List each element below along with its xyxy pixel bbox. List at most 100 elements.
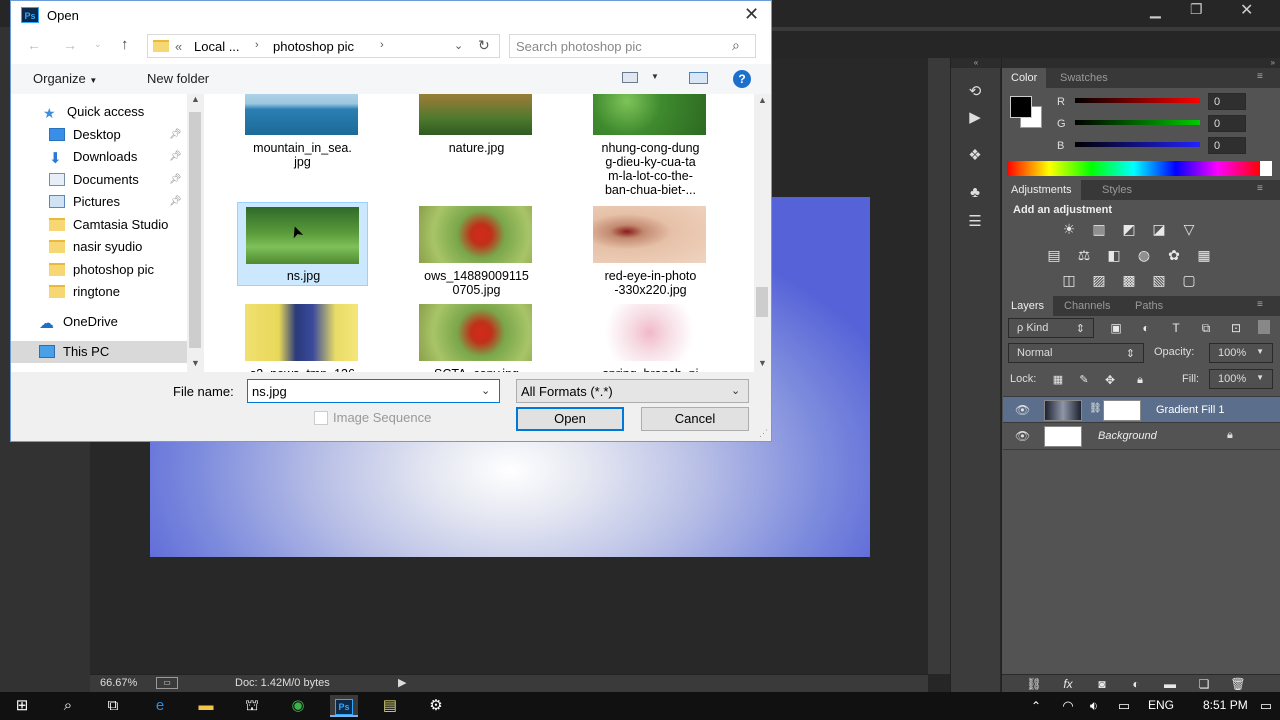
photoshop-taskbar-icon[interactable]: Ps [330, 695, 358, 717]
green-value[interactable]: 0 [1208, 115, 1246, 132]
file-thumbnail[interactable] [245, 304, 358, 361]
new-adjustment-icon[interactable]: ◐ [1126, 676, 1146, 692]
file-scrollbar[interactable]: ▲ ▼ [754, 94, 771, 372]
white-swatch[interactable] [1260, 161, 1272, 176]
cancel-button[interactable]: Cancel [641, 407, 749, 431]
green-slider[interactable] [1075, 120, 1200, 125]
format-select[interactable]: All Formats (*.*) ⌄ [516, 379, 749, 403]
type-filter-icon[interactable]: T [1166, 320, 1186, 336]
back-arrow-icon[interactable]: ← [27, 37, 41, 53]
red-value[interactable]: 0 [1208, 93, 1246, 110]
search-icon[interactable]: ⌕ [54, 695, 82, 717]
scroll-thumb[interactable] [756, 287, 768, 317]
file-name[interactable]: nature.jpg [411, 141, 542, 155]
action-center-icon[interactable]: ▭ [1252, 695, 1280, 717]
zoom-level[interactable]: 66.67% [100, 677, 137, 689]
chevron-down-icon[interactable]: ⌄ [731, 384, 740, 397]
collapse-arrow-icon[interactable]: » [1002, 58, 1280, 68]
address-dropdown-icon[interactable]: ⌄ [454, 39, 463, 52]
file-name[interactable]: nhung-cong-dung g-dieu-ky-cua-ta m-la-lot-… [585, 141, 716, 197]
nav-item-ringtone[interactable]: ringtone [49, 281, 120, 303]
file-name[interactable]: ns.jpg [238, 269, 369, 283]
file-thumbnail[interactable] [593, 206, 706, 263]
new-layer-icon[interactable]: ❏ [1194, 676, 1214, 692]
nav-item-nasir-syudio[interactable]: nasir syudio [49, 236, 142, 258]
preview-pane-icon[interactable] [689, 72, 708, 84]
link-icon[interactable]: ⛓︎ [1089, 403, 1102, 414]
new-group-icon[interactable]: ▬ [1160, 676, 1180, 692]
organize-button[interactable]: Organize ▼ [33, 71, 97, 86]
panel-menu-icon[interactable]: ≡ [1257, 299, 1263, 310]
show-hidden-icons-icon[interactable]: ⌃ [1022, 695, 1050, 717]
file-thumbnail[interactable] [245, 94, 358, 135]
opacity-field[interactable]: 100% ▼ [1209, 343, 1273, 363]
lock-position-icon[interactable]: ✥ [1100, 372, 1120, 388]
nav-item-pictures[interactable]: Pictures 📌︎ [49, 191, 182, 213]
new-folder-button[interactable]: New folder [147, 71, 209, 86]
wifi-icon[interactable]: ◠ [1054, 695, 1082, 717]
address-bar[interactable]: « Local ... › photoshop pic › ⌄ ↻ [147, 34, 500, 58]
link-layers-icon[interactable]: ⛓︎ [1024, 676, 1044, 692]
file-thumbnail[interactable] [419, 94, 532, 135]
layer-row-gradient-fill[interactable]: 👁︎ ⛓︎ Gradient Fill 1 [1003, 396, 1280, 423]
tab-channels[interactable]: Channels [1064, 296, 1110, 316]
breadcrumb-chevron-icon[interactable]: › [255, 39, 259, 51]
3d-icon[interactable]: ❖ [963, 146, 987, 166]
hue-saturation-icon[interactable]: ▤ [1044, 247, 1064, 263]
file-item[interactable]: ows_14889009115 0705.jpg [411, 202, 542, 297]
forward-arrow-icon[interactable]: → [63, 37, 77, 53]
file-name[interactable]: red-eye-in-photo -330x220.jpg [585, 269, 716, 297]
nav-item-camtasia-studio[interactable]: Camtasia Studio [49, 214, 168, 236]
pixel-filter-icon[interactable]: ▣ [1106, 320, 1126, 336]
file-item[interactable]: spring_branch_pi [585, 300, 716, 372]
threshold-icon[interactable]: ▩ [1119, 272, 1139, 288]
file-name[interactable]: mountain_in_sea. jpg [237, 141, 368, 169]
refresh-icon[interactable]: ↻ [478, 37, 490, 54]
blue-slider[interactable] [1075, 142, 1200, 147]
image-sequence-checkbox[interactable] [314, 411, 328, 425]
color-balance-icon[interactable]: ⚖ [1074, 247, 1094, 263]
delete-layer-icon[interactable]: 🗑︎ [1228, 676, 1248, 692]
nav-item-this-pc[interactable]: This PC [11, 341, 187, 363]
layer-row-background[interactable]: 👁︎ Background 🔒︎ [1003, 423, 1280, 450]
scroll-thumb[interactable] [189, 112, 201, 348]
nav-item-desktop[interactable]: Desktop 📌︎ [49, 124, 182, 146]
search-icon[interactable]: ⌕ [732, 37, 740, 54]
nav-item-quick-access[interactable]: ★ Quick access [43, 101, 144, 123]
lock-pixels-icon[interactable]: ✎ [1074, 372, 1094, 388]
file-item[interactable]: nhung-cong-dung g-dieu-ky-cua-ta m-la-lot-… [585, 94, 716, 197]
levels-icon[interactable]: ▥ [1089, 221, 1109, 237]
view-dropdown-icon[interactable]: ▼ [651, 72, 659, 81]
tab-color[interactable]: Color [1002, 68, 1047, 88]
panel-menu-icon[interactable]: ≡ [1257, 183, 1263, 194]
foreground-color-swatch[interactable] [1010, 96, 1032, 118]
file-item[interactable]: SCTA_copy.jpg [411, 300, 542, 372]
close-icon[interactable]: ✕ [744, 4, 759, 25]
zoom-toggle-icon[interactable]: ▭ [156, 677, 178, 689]
file-thumbnail[interactable] [419, 206, 532, 263]
tab-adjustments[interactable]: Adjustments [1002, 180, 1081, 200]
file-item[interactable]: nature.jpg [411, 94, 542, 158]
breadcrumb-chevron-icon[interactable]: › [380, 39, 384, 51]
status-menu-arrow-icon[interactable]: ▶ [398, 676, 406, 689]
tab-styles[interactable]: Styles [1102, 180, 1132, 200]
shape-filter-icon[interactable]: ⧉ [1196, 320, 1216, 336]
mask-thumbnail[interactable] [1103, 400, 1141, 421]
breadcrumb-prefix[interactable]: « [175, 39, 182, 54]
file-thumbnail[interactable] [593, 94, 706, 135]
properties-icon[interactable]: ☰ [963, 212, 987, 232]
breadcrumb-local[interactable]: Local ... [194, 39, 240, 54]
breadcrumb-current[interactable]: photoshop pic [273, 39, 354, 54]
channel-mixer-icon[interactable]: ✿ [1164, 247, 1184, 263]
language-indicator[interactable]: ENG [1148, 698, 1174, 712]
nav-item-photoshop-pic[interactable]: photoshop pic [49, 259, 154, 281]
file-thumbnail[interactable] [419, 304, 532, 361]
scroll-up-icon[interactable]: ▲ [191, 94, 200, 104]
task-view-icon[interactable]: ⧉ [99, 695, 127, 717]
history-icon[interactable]: ⟲ [963, 82, 987, 102]
file-item[interactable]: s3_news_tmp_136 [237, 300, 368, 372]
file-name-input[interactable]: ns.jpg [252, 384, 287, 399]
visibility-eye-icon[interactable]: 👁︎ [1015, 429, 1030, 443]
panel-menu-icon[interactable]: ≡ [1257, 71, 1263, 82]
scroll-up-icon[interactable]: ▲ [758, 95, 767, 105]
